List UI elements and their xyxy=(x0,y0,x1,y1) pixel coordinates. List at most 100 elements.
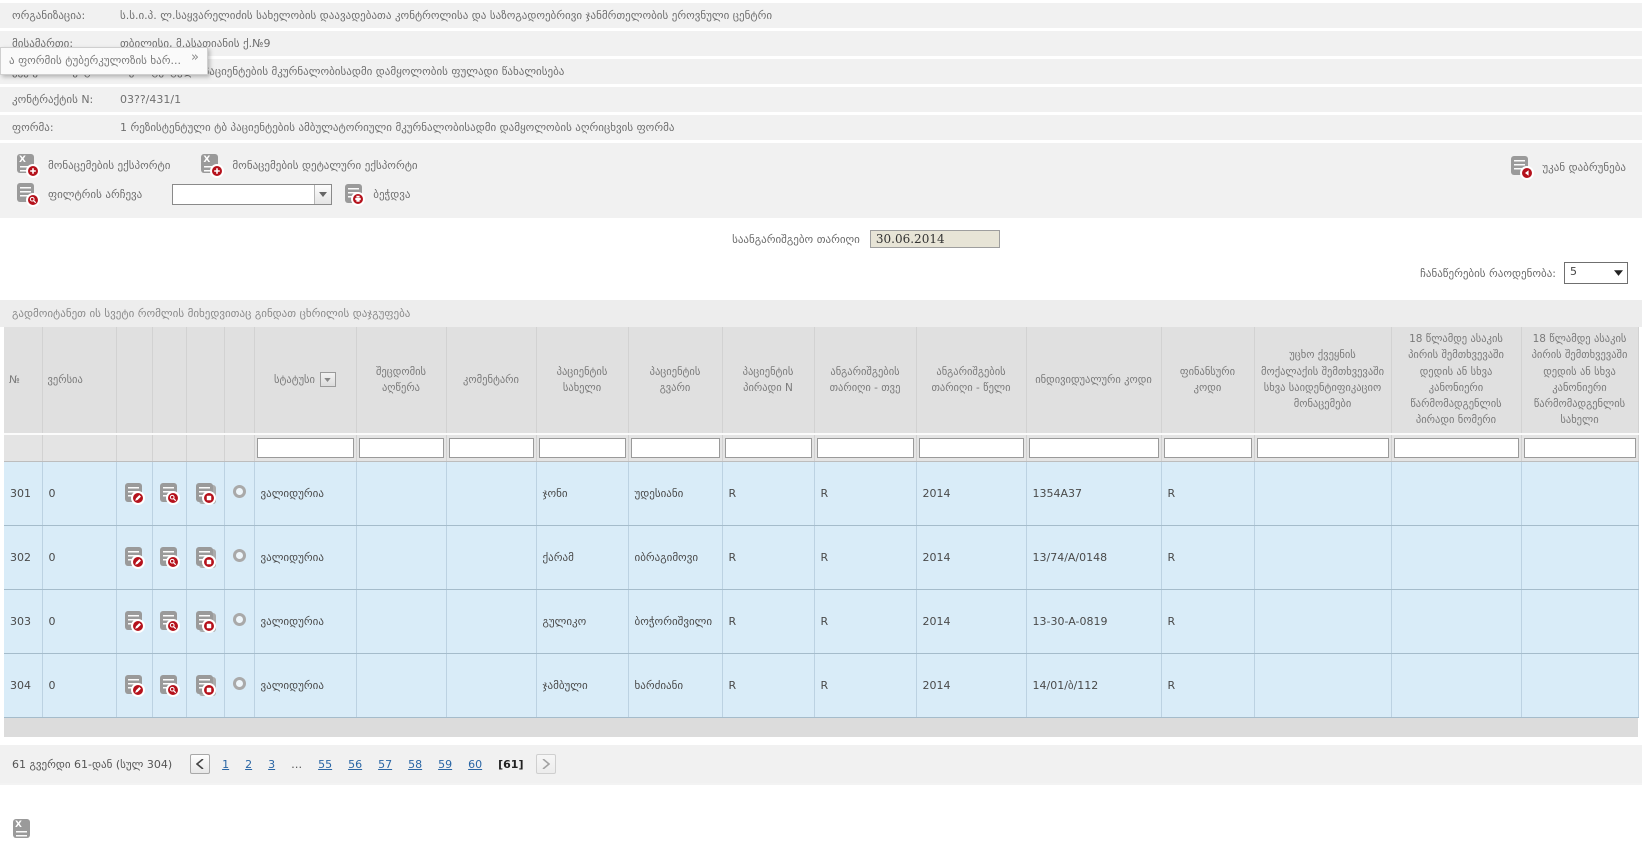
filter-input-finance-code[interactable] xyxy=(1164,438,1252,458)
status-filter-button[interactable] xyxy=(320,372,336,387)
header-num[interactable]: № xyxy=(4,327,42,434)
page-link[interactable]: 56 xyxy=(348,758,362,771)
copy-document-button[interactable] xyxy=(193,610,217,632)
filter-input-last-name[interactable] xyxy=(631,438,720,458)
row-finance-code: R xyxy=(1161,589,1254,653)
row-report-year: 2014 xyxy=(916,461,1026,525)
edit-document-button[interactable] xyxy=(122,674,146,696)
row-personal-n: R xyxy=(722,653,814,717)
copy-document-button[interactable] xyxy=(193,674,217,696)
records-count-select[interactable]: 5 xyxy=(1564,262,1628,284)
prev-page-button[interactable] xyxy=(190,754,210,774)
header-version[interactable]: ვერსია xyxy=(42,327,116,434)
header-comment[interactable]: კომენტარი xyxy=(446,327,536,434)
row-error xyxy=(356,653,446,717)
row-finance-code: R xyxy=(1161,461,1254,525)
row-comment xyxy=(446,461,536,525)
view-document-button[interactable] xyxy=(157,482,181,504)
page-link[interactable]: 3 xyxy=(268,758,275,771)
row-select-radio[interactable] xyxy=(233,677,246,690)
row-report-year: 2014 xyxy=(916,589,1026,653)
page-link[interactable]: 1 xyxy=(222,758,229,771)
header-report-month[interactable]: ანგარიშგების თარიღი - თვე xyxy=(814,327,916,434)
excel-export-icon-partial[interactable] xyxy=(10,818,37,842)
header-report-year[interactable]: ანგარიშგების თარიღი - წელი xyxy=(916,327,1026,434)
report-date-label: საანგარიშგებო თარიღი xyxy=(732,233,860,246)
header-finance-code[interactable]: ფინანსური კოდი xyxy=(1161,327,1254,434)
table-footer-bar xyxy=(4,717,1638,737)
edit-document-button[interactable] xyxy=(122,610,146,632)
page-link[interactable]: 58 xyxy=(408,758,422,771)
next-page-button[interactable] xyxy=(536,754,556,774)
row-last-name: ბოჭორიშვილი xyxy=(628,589,722,653)
filter-dropdown[interactable] xyxy=(172,184,332,205)
export-data-button[interactable]: მონაცემების ექსპორტი xyxy=(14,153,170,177)
page-link[interactable]: 60 xyxy=(468,758,482,771)
row-error xyxy=(356,525,446,589)
filter-input-comment[interactable] xyxy=(449,438,534,458)
filter-input-individual-code[interactable] xyxy=(1029,438,1159,458)
view-document-button[interactable] xyxy=(157,546,181,568)
print-button[interactable]: ბეჭდვა xyxy=(342,183,410,205)
row-select-radio[interactable] xyxy=(233,549,246,562)
edit-document-button[interactable] xyxy=(122,482,146,504)
row-version: 0 xyxy=(42,461,116,525)
row-guardian-personal-n xyxy=(1391,589,1521,653)
page-link[interactable]: 2 xyxy=(245,758,252,771)
bottom-strip xyxy=(0,783,1642,833)
records-count-value: 5 xyxy=(1565,263,1610,283)
choose-filter-button[interactable]: ფილტრის არჩევა xyxy=(14,182,142,206)
patients-table: № ვერსია სტატუსი შეცდომის აღწერა კომენტა… xyxy=(4,327,1639,737)
document-print-icon xyxy=(342,183,366,205)
export-data-label: მონაცემების ექსპორტი xyxy=(48,159,170,172)
view-document-button[interactable] xyxy=(157,674,181,696)
row-status: ვალიდურია xyxy=(254,589,356,653)
header-status[interactable]: სტატუსი xyxy=(254,327,356,434)
filter-input-personal-n[interactable] xyxy=(725,438,812,458)
row-select-radio[interactable] xyxy=(233,613,246,626)
report-date-input[interactable] xyxy=(870,230,1000,248)
header-foreign-id[interactable]: უცხო ქვეყნის მოქალაქის შემთხვევაში სხვა … xyxy=(1254,327,1391,434)
header-guardian-name[interactable]: 18 წლამდე ასაკის პირის შემთხვევაში დედის… xyxy=(1521,327,1638,434)
row-first-name: ქარამ xyxy=(536,525,628,589)
row-num: 301 xyxy=(4,461,42,525)
row-report-year: 2014 xyxy=(916,653,1026,717)
filter-input-report-month[interactable] xyxy=(817,438,914,458)
edit-document-button[interactable] xyxy=(122,546,146,568)
header-personal-n[interactable]: პაციენტის პირადი N xyxy=(722,327,814,434)
filter-dropdown-value xyxy=(173,185,314,204)
chevron-down-icon xyxy=(1610,263,1627,283)
contract-value: 03??/431/1 xyxy=(120,93,181,106)
row-guardian-personal-n xyxy=(1391,653,1521,717)
header-guardian-personal-n[interactable]: 18 წლამდე ასაკის პირის შემთხვევაში დედის… xyxy=(1391,327,1521,434)
filter-input-report-year[interactable] xyxy=(919,438,1024,458)
filter-input-guardian-personal-n[interactable] xyxy=(1394,438,1519,458)
header-first-name[interactable]: პაციენტის სახელი xyxy=(536,327,628,434)
filter-input-status[interactable] xyxy=(257,438,354,458)
page-link[interactable]: 59 xyxy=(438,758,452,771)
filter-input-foreign-id[interactable] xyxy=(1257,438,1389,458)
page-link[interactable]: 57 xyxy=(378,758,392,771)
row-select-radio[interactable] xyxy=(233,485,246,498)
back-button[interactable]: უკან დაბრუნება xyxy=(1508,155,1626,179)
header-individual-code[interactable]: ინდივიდუალური კოდი xyxy=(1026,327,1161,434)
filter-input-first-name[interactable] xyxy=(539,438,626,458)
row-report-year: 2014 xyxy=(916,525,1026,589)
header-error[interactable]: შეცდომის აღწერა xyxy=(356,327,446,434)
detailed-export-button[interactable]: მონაცემების დეტალური ექსპორტი xyxy=(198,153,417,177)
filter-input-error[interactable] xyxy=(359,438,444,458)
header-select-col xyxy=(224,327,254,434)
row-foreign-id xyxy=(1254,589,1391,653)
row-report-month: R xyxy=(814,525,916,589)
copy-document-button[interactable] xyxy=(193,546,217,568)
header-last-name[interactable]: პაციენტის გვარი xyxy=(628,327,722,434)
page-link[interactable]: 55 xyxy=(318,758,332,771)
pagination-summary: 61 გვერდი 61-დან (სულ 304) xyxy=(12,758,172,771)
copy-document-button[interactable] xyxy=(193,482,217,504)
view-document-button[interactable] xyxy=(157,610,181,632)
detailed-export-label: მონაცემების დეტალური ექსპორტი xyxy=(232,159,417,172)
row-comment xyxy=(446,589,536,653)
filter-input-guardian-name[interactable] xyxy=(1524,438,1636,458)
expand-chevrons-icon[interactable]: » xyxy=(191,54,199,62)
contract-label: კონტრაქტის N: xyxy=(12,93,120,106)
